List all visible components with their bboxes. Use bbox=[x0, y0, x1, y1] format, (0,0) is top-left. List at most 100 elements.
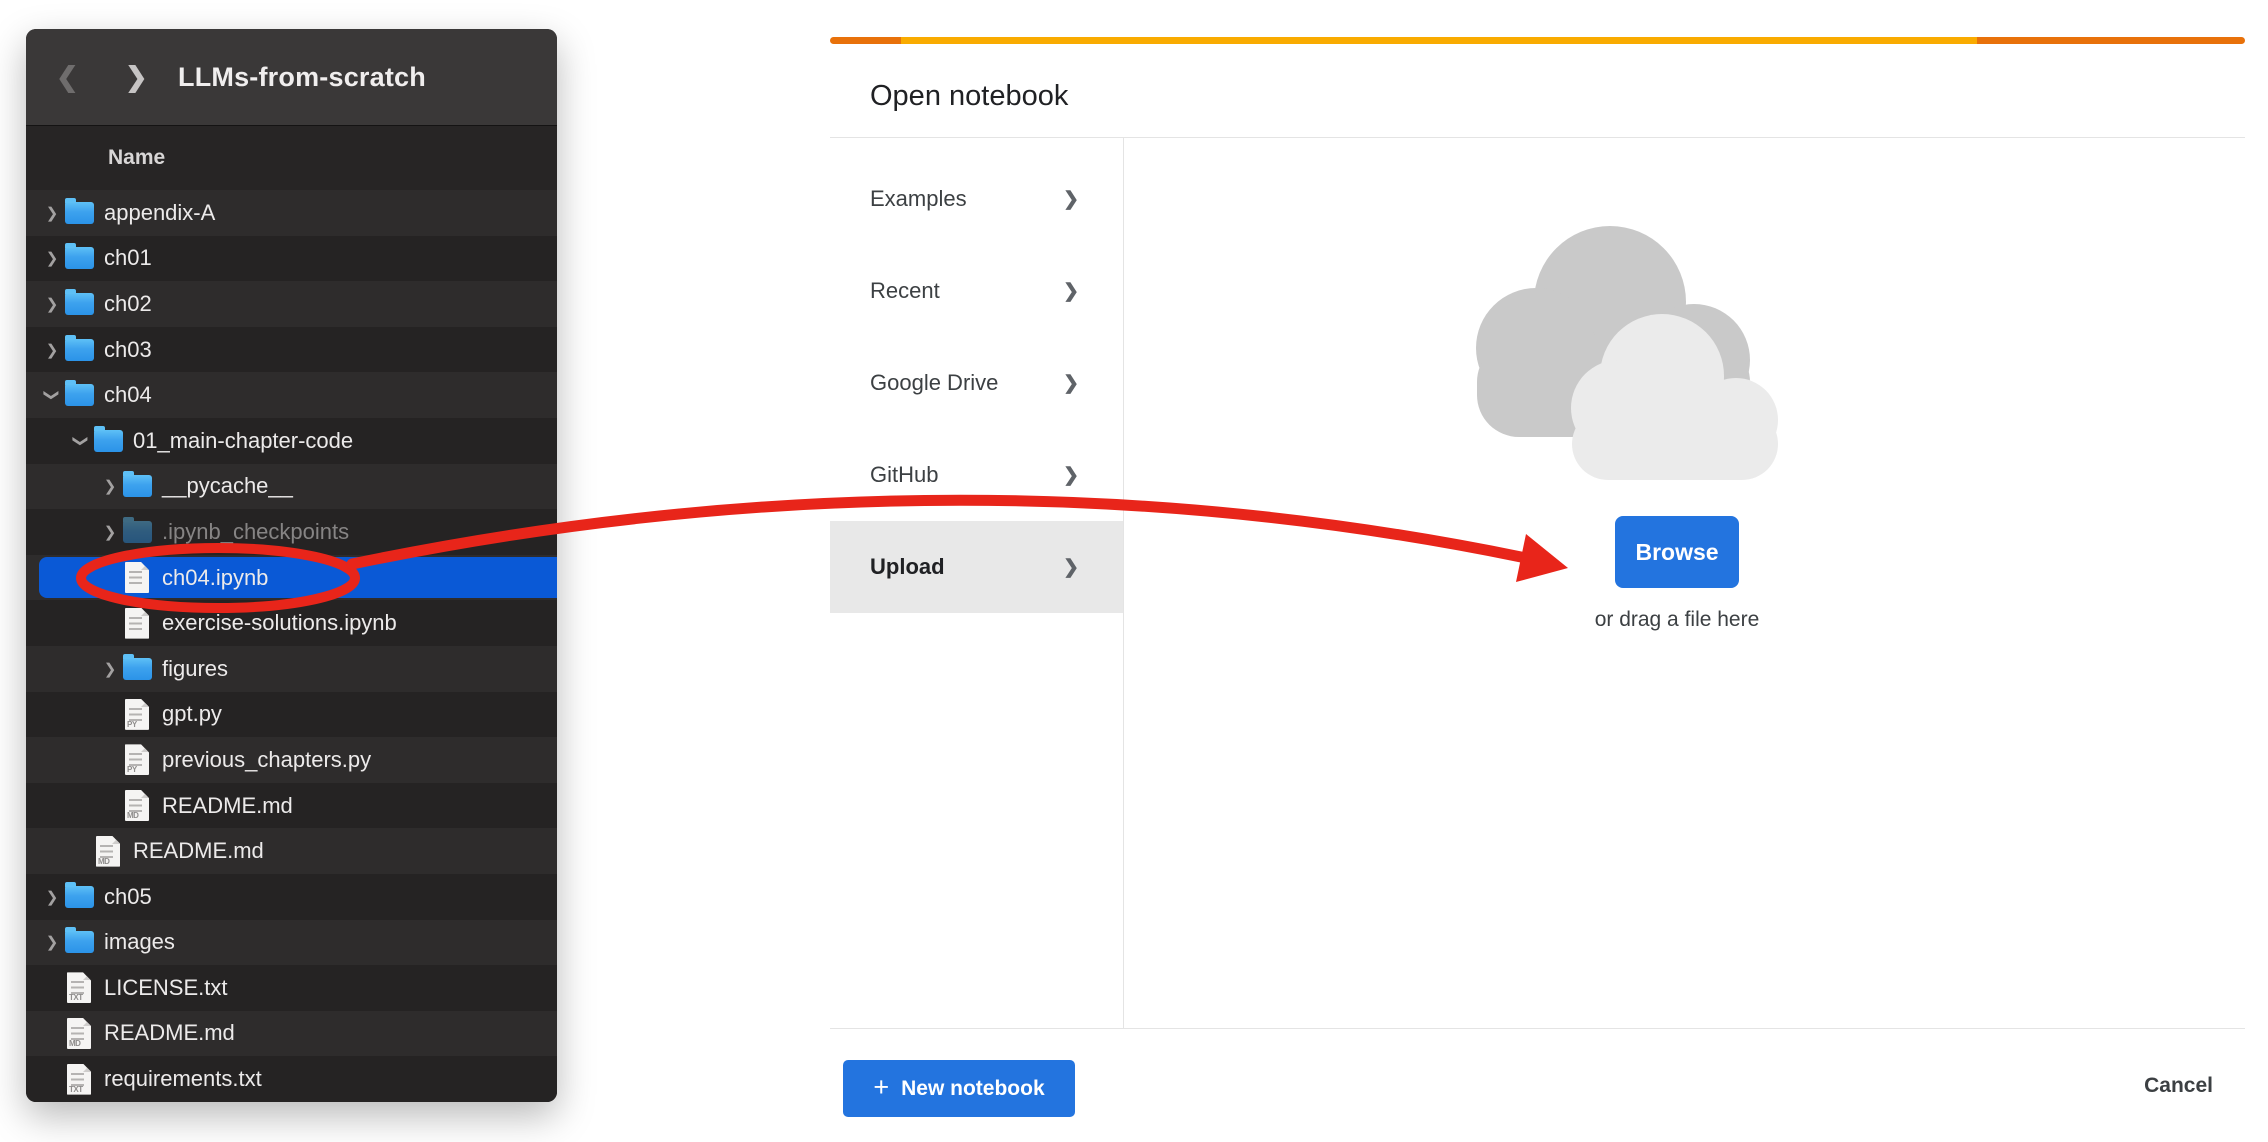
document-icon bbox=[67, 1018, 91, 1049]
disclosure-chevron-icon[interactable]: ❯ bbox=[40, 295, 64, 313]
menu-item-label: Upload bbox=[830, 554, 1063, 580]
tree-row-gpt-py[interactable]: ❯ gpt.py bbox=[26, 692, 557, 738]
browse-button-label: Browse bbox=[1635, 539, 1718, 566]
file-name-label: 01_main-chapter-code bbox=[133, 428, 353, 454]
tree-row-appendix-a[interactable]: ❯ appendix-A bbox=[26, 190, 557, 236]
new-notebook-label: New notebook bbox=[901, 1077, 1045, 1101]
loader-segment bbox=[830, 37, 901, 44]
footer-divider bbox=[830, 1028, 2245, 1029]
disclosure-chevron-icon[interactable]: ❯ bbox=[40, 933, 64, 951]
folder-icon bbox=[65, 886, 94, 908]
menu-item-google-drive[interactable]: Google Drive ❯ bbox=[830, 337, 1123, 429]
tree-row-ch04-ipynb[interactable]: ❯ ch04.ipynb bbox=[26, 555, 557, 601]
document-icon bbox=[125, 790, 149, 821]
chevron-right-icon: ❯ bbox=[1063, 556, 1079, 579]
file-tree: ❯ appendix-A ❯ ch01 ❯ ch02 ❯ ch03 ❯ ch04… bbox=[26, 190, 557, 1102]
document-icon bbox=[96, 836, 120, 867]
loader-segment bbox=[901, 37, 1977, 44]
tree-row--ipynb-checkpoints[interactable]: ❯ .ipynb_checkpoints bbox=[26, 509, 557, 555]
menu-item-label: Google Drive bbox=[830, 370, 1063, 396]
disclosure-chevron-icon[interactable]: ❯ bbox=[72, 429, 90, 453]
tree-row-figures[interactable]: ❯ figures bbox=[26, 646, 557, 692]
tree-row-readme-md[interactable]: ❯ README.md bbox=[26, 1011, 557, 1057]
menu-item-upload[interactable]: Upload ❯ bbox=[830, 521, 1123, 613]
tree-row-readme-md[interactable]: ❯ README.md bbox=[26, 783, 557, 829]
new-notebook-button[interactable]: + New notebook bbox=[843, 1060, 1075, 1117]
drag-file-hint: or drag a file here bbox=[1537, 608, 1817, 632]
tree-row-exercise-solutions-ipynb[interactable]: ❯ exercise-solutions.ipynb bbox=[26, 600, 557, 646]
header-divider bbox=[830, 137, 2245, 138]
tree-row-readme-md[interactable]: ❯ README.md bbox=[26, 828, 557, 874]
document-icon bbox=[125, 608, 149, 639]
disclosure-chevron-icon[interactable]: ❯ bbox=[98, 660, 122, 678]
file-name-label: ch02 bbox=[104, 291, 152, 317]
folder-icon bbox=[65, 384, 94, 406]
file-name-label: README.md bbox=[104, 1020, 235, 1046]
tree-row-ch03[interactable]: ❯ ch03 bbox=[26, 327, 557, 373]
disclosure-chevron-icon[interactable]: ❯ bbox=[98, 523, 122, 541]
file-name-label: previous_chapters.py bbox=[162, 747, 371, 773]
chevron-right-icon: ❯ bbox=[1063, 280, 1079, 303]
upload-clouds-icon bbox=[1460, 210, 1790, 490]
menu-item-label: Recent bbox=[830, 278, 1063, 304]
finder-window-title: LLMs-from-scratch bbox=[178, 29, 426, 125]
folder-icon bbox=[65, 293, 94, 315]
menu-item-label: GitHub bbox=[830, 462, 1063, 488]
document-icon bbox=[67, 1064, 91, 1095]
file-name-label: README.md bbox=[133, 838, 264, 864]
folder-icon bbox=[123, 521, 152, 543]
folder-icon bbox=[65, 931, 94, 953]
tree-row-previous-chapters-py[interactable]: ❯ previous_chapters.py bbox=[26, 737, 557, 783]
tree-row-ch05[interactable]: ❯ ch05 bbox=[26, 874, 557, 920]
tree-row-requirements-txt[interactable]: ❯ requirements.txt bbox=[26, 1056, 557, 1102]
document-icon bbox=[125, 744, 149, 775]
disclosure-chevron-icon[interactable]: ❯ bbox=[40, 341, 64, 359]
folder-icon bbox=[65, 339, 94, 361]
finder-window: ❮ ❯ LLMs-from-scratch Name ❯ appendix-A … bbox=[26, 29, 557, 1102]
browse-button[interactable]: Browse bbox=[1615, 516, 1739, 588]
file-name-label: ch04.ipynb bbox=[162, 565, 268, 591]
chevron-right-icon: ❯ bbox=[1063, 464, 1079, 487]
name-column-header[interactable]: Name bbox=[26, 126, 557, 191]
folder-icon bbox=[123, 475, 152, 497]
tree-row-license-txt[interactable]: ❯ LICENSE.txt bbox=[26, 965, 557, 1011]
menu-divider bbox=[1123, 138, 1124, 1028]
menu-item-examples[interactable]: Examples ❯ bbox=[830, 153, 1123, 245]
tree-row--pycache-[interactable]: ❯ __pycache__ bbox=[26, 464, 557, 510]
back-chevron-icon[interactable]: ❮ bbox=[56, 29, 79, 125]
tree-row-ch02[interactable]: ❯ ch02 bbox=[26, 281, 557, 327]
tree-row-ch01[interactable]: ❯ ch01 bbox=[26, 236, 557, 282]
dialog-title: Open notebook bbox=[870, 80, 1068, 113]
cancel-button[interactable]: Cancel bbox=[2144, 1074, 2213, 1098]
file-name-label: ch01 bbox=[104, 245, 152, 271]
folder-icon bbox=[65, 247, 94, 269]
menu-item-label: Examples bbox=[830, 186, 1063, 212]
file-name-label: README.md bbox=[162, 793, 293, 819]
menu-item-github[interactable]: GitHub ❯ bbox=[830, 429, 1123, 521]
disclosure-chevron-icon[interactable]: ❯ bbox=[40, 249, 64, 267]
document-icon bbox=[125, 699, 149, 730]
file-name-label: appendix-A bbox=[104, 200, 215, 226]
loading-progress-bar bbox=[830, 37, 2245, 44]
tree-row-ch04[interactable]: ❯ ch04 bbox=[26, 372, 557, 418]
file-name-label: __pycache__ bbox=[162, 473, 293, 499]
file-name-label: LICENSE.txt bbox=[104, 975, 227, 1001]
disclosure-chevron-icon[interactable]: ❯ bbox=[40, 888, 64, 906]
forward-chevron-icon[interactable]: ❯ bbox=[125, 29, 148, 125]
file-name-label: .ipynb_checkpoints bbox=[162, 519, 349, 545]
screen: ❮ ❯ LLMs-from-scratch Name ❯ appendix-A … bbox=[0, 0, 2268, 1142]
disclosure-chevron-icon[interactable]: ❯ bbox=[40, 204, 64, 222]
tree-row-images[interactable]: ❯ images bbox=[26, 920, 557, 966]
file-name-label: ch04 bbox=[104, 382, 152, 408]
document-icon bbox=[125, 562, 149, 593]
disclosure-chevron-icon[interactable]: ❯ bbox=[43, 383, 61, 407]
menu-item-recent[interactable]: Recent ❯ bbox=[830, 245, 1123, 337]
folder-icon bbox=[123, 658, 152, 680]
chevron-right-icon: ❯ bbox=[1063, 372, 1079, 395]
name-column-label: Name bbox=[26, 146, 165, 170]
file-name-label: figures bbox=[162, 656, 228, 682]
document-icon bbox=[67, 972, 91, 1003]
file-name-label: ch03 bbox=[104, 337, 152, 363]
tree-row-01-main-chapter-code[interactable]: ❯ 01_main-chapter-code bbox=[26, 418, 557, 464]
disclosure-chevron-icon[interactable]: ❯ bbox=[98, 477, 122, 495]
